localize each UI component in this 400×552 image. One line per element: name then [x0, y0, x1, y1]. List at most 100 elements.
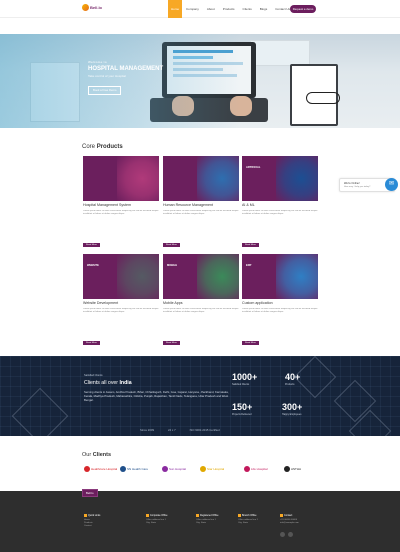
stat-projects: 150+ Projects Delivered [232, 402, 252, 416]
product-description: Lorem ipsum dolor sit amet consectetur a… [163, 308, 239, 313]
twitter-icon[interactable] [288, 532, 293, 537]
band-title-light: Clients all over [84, 380, 119, 386]
client-logo: Star Hospital [200, 464, 224, 474]
band-bottom-item: 24 x 7 [168, 428, 176, 432]
product-image-art [117, 156, 159, 201]
product-image-label: ARTIFICIAL [246, 166, 261, 169]
product-card[interactable]: ERP Custom application Lorem ipsum dolor s… [242, 254, 318, 348]
footer-heading: Registered Office [196, 514, 218, 518]
chat-icon[interactable]: ✉ [385, 178, 398, 191]
band-title-bold: India [119, 380, 132, 386]
logo[interactable]: Bell.lo [82, 4, 102, 11]
product-title: AI & ML [242, 203, 255, 207]
logo-text: Bell.lo [90, 5, 103, 10]
read-more-button[interactable]: Read More [163, 341, 180, 345]
stat-products: 40+ Products [285, 372, 300, 386]
footer-line: City, State [238, 521, 248, 524]
product-image-art [117, 254, 159, 299]
client-logo-icon [244, 466, 250, 472]
client-logo: Healthcare Hospital [84, 464, 117, 474]
footer-heading-text: Corporate Office [150, 514, 168, 518]
hero-banner: Welcome to HOSPITAL MANAGEMENT Take cont… [0, 34, 400, 128]
client-logo-icon [120, 466, 126, 472]
hero-subtitle: Take control of your Hospital [88, 74, 126, 78]
footer-column: Quick Links Home Products Contact [84, 514, 100, 529]
footer-line: Contact [84, 525, 92, 528]
product-image-art [276, 156, 318, 201]
product-description: Lorem ipsum dolor sit amet consectetur a… [242, 210, 318, 215]
band-bottom: Since 2009 24 x 7 ISO 9001:2015 Certifie… [140, 428, 220, 432]
product-card[interactable]: Hospital Management System Lorem ipsum do… [83, 156, 159, 250]
stat-label: Projects Delivered [232, 413, 252, 416]
footer-line: info@example.com [280, 521, 299, 524]
read-more-button[interactable]: Read More [83, 341, 100, 345]
footer-heading-text: Branch Office [242, 514, 257, 518]
footer-heading: Corporate Office [146, 514, 168, 518]
hero-demo-button[interactable]: Book a Free Demo [88, 85, 122, 95]
footer-heading-text: Quick Links [88, 514, 101, 518]
stat-number: 150+ [232, 402, 253, 412]
main-nav: Home Company About Products Clients Blog… [168, 0, 294, 18]
band-title: Clients all over India [84, 380, 132, 386]
nav-company[interactable]: Company [182, 0, 203, 18]
stat-number: 40+ [285, 372, 301, 382]
product-image [83, 156, 159, 201]
client-logo-icon [200, 466, 206, 472]
footer-heading: Contact [280, 514, 299, 518]
client-logo: Sun Hospital [162, 464, 186, 474]
client-logo-icon [84, 466, 90, 472]
product-description: Lorem ipsum dolor sit amet consectetur a… [242, 308, 318, 313]
product-title: Human Resource Management [163, 203, 213, 207]
footer-column: Corporate Office Office address line 1 Cit… [146, 514, 168, 525]
facebook-icon[interactable] [280, 532, 285, 537]
nav-products[interactable]: Products [219, 0, 239, 18]
product-image: WEBSITE [83, 254, 159, 299]
client-name: Sun Hospital [169, 467, 187, 471]
client-name: Healthcare Hospital [91, 467, 118, 471]
read-more-button[interactable]: Read More [242, 243, 259, 247]
request-demo-button[interactable]: Request a demo [290, 5, 316, 13]
product-title: Website Development [83, 301, 119, 305]
client-logo: Life Hospital [244, 464, 268, 474]
product-card[interactable]: Human Resource Management Lorem ipsum dol… [163, 156, 239, 250]
footer-logo[interactable]: Bell.lo [82, 489, 98, 497]
product-image: ERP [242, 254, 318, 299]
band-bottom-item: Since 2009 [140, 428, 154, 432]
product-card[interactable]: WEBSITE Website Development Lorem ipsum do… [83, 254, 159, 348]
site-header: Bell.lo Home Company About Products Clie… [0, 0, 400, 18]
footer-line: City, State [146, 521, 156, 524]
products-title-light: Core [82, 144, 96, 150]
nav-about[interactable]: About [203, 0, 219, 18]
nav-blogs[interactable]: Blogs [256, 0, 272, 18]
products-title: Core Products [82, 144, 123, 150]
stat-employees: 300+ Happy Employees [282, 402, 302, 416]
client-name: ASTHA [291, 467, 302, 471]
nav-clients[interactable]: Clients [239, 0, 256, 18]
product-card[interactable]: MOBILE Mobile Apps Lorem ipsum dolor sit a… [163, 254, 239, 348]
product-image-label: ERP [246, 264, 252, 267]
footer-column: Branch Office Office address line 1 City, … [238, 514, 258, 525]
product-description: Lorem ipsum dolor sit amet consectetur a… [83, 308, 159, 313]
location-icon [84, 514, 87, 517]
read-more-button[interactable]: Read More [163, 243, 180, 247]
product-card[interactable]: ARTIFICIAL AI & ML Lorem ipsum dolor sit a… [242, 156, 318, 250]
read-more-button[interactable]: Read More [83, 243, 100, 247]
product-image: ARTIFICIAL [242, 156, 318, 201]
nav-home[interactable]: Home [168, 0, 182, 18]
hero-pretitle: Welcome to [88, 60, 107, 64]
products-title-bold: Products [96, 144, 123, 150]
location-icon [238, 514, 241, 517]
footer-heading-text: Contact [284, 514, 293, 518]
footer-heading: Quick Links [84, 514, 100, 518]
read-more-button[interactable]: Read More [242, 341, 259, 345]
product-title: Mobile Apps [163, 301, 183, 305]
clients-title-light: Our [82, 452, 92, 458]
stat-number: 1000+ [232, 372, 258, 382]
logo-mark-icon [82, 4, 89, 11]
product-image [163, 156, 239, 201]
hero-title: HOSPITAL MANAGEMENT [88, 66, 164, 72]
stat-clients: 1000+ Satisfied Clients [232, 372, 257, 386]
product-image: MOBILE [163, 254, 239, 299]
footer-heading-text: Registered Office [200, 514, 219, 518]
client-logo-icon [284, 466, 290, 472]
